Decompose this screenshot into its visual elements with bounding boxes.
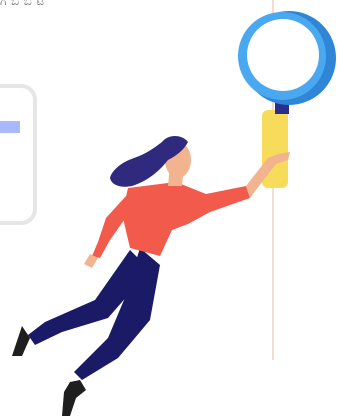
front-shoe xyxy=(62,380,86,416)
shirt xyxy=(122,182,250,256)
ui-card xyxy=(0,84,37,225)
illustration-canvas: ಗ ಬ ಬ ಟ xyxy=(0,0,337,417)
card-frame xyxy=(0,84,37,225)
back-shoe xyxy=(12,326,30,356)
woman-figure xyxy=(12,136,290,416)
magnifying-glass-icon xyxy=(238,11,336,188)
magnifier-lens xyxy=(247,19,319,91)
card-bar xyxy=(0,121,20,133)
back-sleeve xyxy=(92,196,126,258)
woman-magnifier-illustration xyxy=(0,0,336,416)
